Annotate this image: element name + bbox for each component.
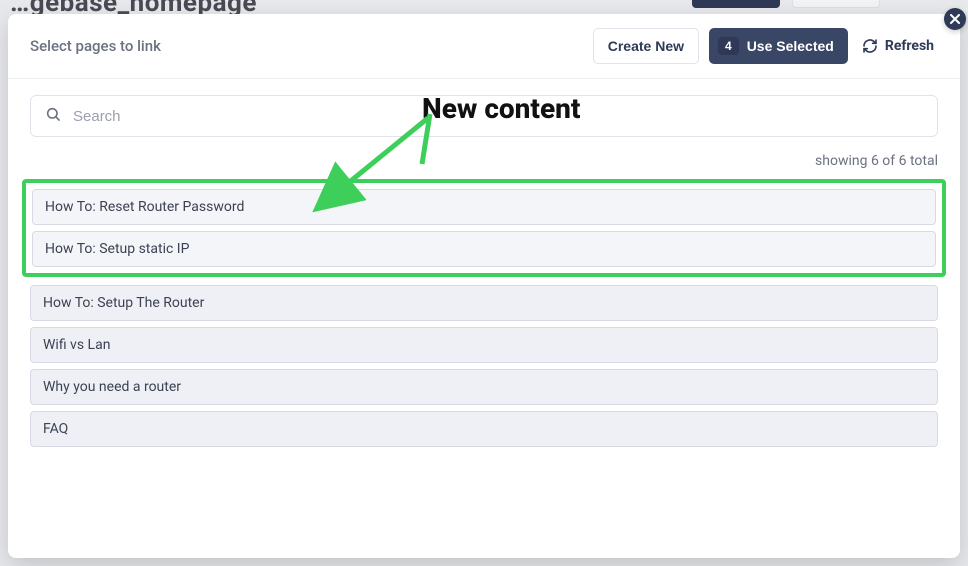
list-item[interactable]: Wifi vs Lan	[30, 327, 938, 363]
create-new-label: Create New	[608, 38, 684, 54]
close-button[interactable]	[944, 8, 966, 30]
result-count: showing 6 of 6 total	[8, 143, 960, 179]
list-item-label: How To: Setup static IP	[45, 241, 189, 257]
search-section	[8, 79, 960, 143]
header-actions: Create New 4 Use Selected Refresh	[593, 28, 938, 64]
list-item[interactable]: How To: Setup The Router	[30, 285, 938, 321]
search-input[interactable]	[73, 108, 923, 125]
refresh-icon	[862, 38, 878, 54]
background-button-secondary	[792, 0, 880, 8]
list-item-label: FAQ	[43, 421, 68, 437]
page-list: How To: Reset Router Password How To: Se…	[8, 179, 960, 459]
background-button-primary	[692, 0, 780, 8]
list-item-label: How To: Reset Router Password	[45, 199, 244, 215]
list-item[interactable]: How To: Setup static IP	[32, 231, 936, 267]
search-box[interactable]	[30, 95, 938, 137]
create-new-button[interactable]: Create New	[593, 28, 699, 64]
search-icon	[45, 106, 61, 126]
use-selected-button[interactable]: 4 Use Selected	[709, 28, 848, 64]
use-selected-label: Use Selected	[747, 38, 834, 54]
list-item[interactable]: How To: Reset Router Password	[32, 189, 936, 225]
list-item-label: How To: Setup The Router	[43, 295, 204, 311]
list-item[interactable]: FAQ	[30, 411, 938, 447]
refresh-button[interactable]: Refresh	[858, 30, 938, 62]
link-pages-modal: Select pages to link Create New 4 Use Se…	[8, 14, 960, 558]
highlighted-group: How To: Reset Router Password How To: Se…	[22, 179, 946, 277]
refresh-label: Refresh	[885, 38, 934, 54]
selected-count-badge: 4	[718, 37, 739, 55]
list-item[interactable]: Why you need a router	[30, 369, 938, 405]
modal-title: Select pages to link	[30, 37, 593, 55]
close-icon	[950, 14, 960, 24]
list-item-label: Wifi vs Lan	[43, 337, 110, 353]
list-item-label: Why you need a router	[43, 379, 181, 395]
modal-header: Select pages to link Create New 4 Use Se…	[8, 14, 960, 79]
